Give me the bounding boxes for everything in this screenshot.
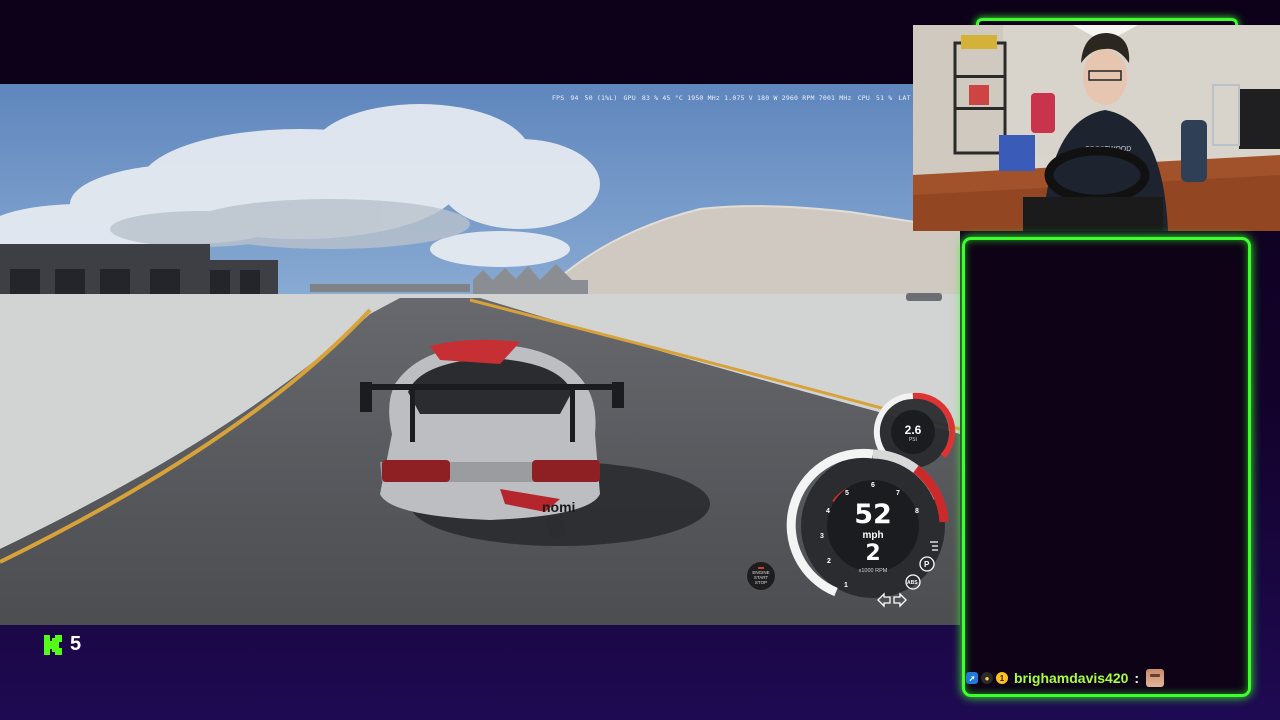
race-scene: nomi P ABS bbox=[0, 104, 960, 625]
lat-label: LAT bbox=[898, 94, 911, 102]
viewer-count: 5 bbox=[70, 633, 82, 655]
gpu-label: GPU bbox=[623, 94, 636, 102]
game-viewport: nomi P ABS FPS 94 50 (1%L) GPU 83 % 45 °… bbox=[0, 84, 960, 625]
parking-icon: P bbox=[924, 560, 930, 569]
car-livery-text: nomi bbox=[542, 499, 575, 515]
boost-unit: PSI bbox=[908, 437, 918, 443]
chat-separator: : bbox=[1134, 670, 1140, 686]
chat-panel bbox=[962, 237, 1251, 697]
rpm-tick-4: 4 bbox=[826, 508, 830, 515]
fps-label: FPS bbox=[552, 94, 565, 102]
speed-unit: mph bbox=[862, 530, 884, 541]
kick-logo-icon bbox=[44, 634, 62, 655]
boost-value: 2.6 bbox=[904, 423, 922, 437]
cpu-label: CPU bbox=[857, 94, 870, 102]
face-emote-icon bbox=[1146, 669, 1165, 687]
grandstand bbox=[0, 244, 278, 296]
chat-message: ➚ ● 1 brighamdavis420 : bbox=[966, 668, 1165, 688]
fps-low: 50 (1%L) bbox=[584, 94, 618, 102]
webcam-feed: CRESTWOOD bbox=[913, 25, 1280, 231]
stop-label: STOP bbox=[754, 580, 768, 585]
rpm-tick-7: 7 bbox=[896, 490, 900, 497]
gpu-stats: 83 % 45 °C 1950 MHz 1.075 V 180 W 2960 R… bbox=[641, 94, 852, 102]
gear-indicator: 2 bbox=[865, 541, 881, 566]
performance-overlay: FPS 94 50 (1%L) GPU 83 % 45 °C 1950 MHz 1.07… bbox=[552, 94, 917, 106]
engine-start-stop-button[interactable]: ENGINE START STOP bbox=[746, 561, 776, 591]
speed-value: 52 bbox=[854, 499, 892, 530]
rpm-tick-8: 8 bbox=[915, 508, 919, 515]
moderator-badge-icon: ➚ bbox=[966, 672, 978, 684]
fps-value: 94 bbox=[570, 94, 579, 102]
rpm-tick-5: 5 bbox=[845, 490, 849, 497]
founder-badge-icon: ● bbox=[981, 672, 993, 684]
chat-username[interactable]: brighamdavis420 bbox=[1014, 670, 1128, 686]
rpm-label: x1000 RPM bbox=[858, 568, 888, 574]
gift-badge-icon: 1 bbox=[996, 672, 1008, 684]
rpm-tick-6: 6 bbox=[871, 482, 875, 489]
rpm-tick-1: 1 bbox=[844, 582, 848, 589]
rpm-tick-3: 3 bbox=[820, 533, 824, 540]
kick-viewer-count: 5 bbox=[44, 633, 81, 656]
abs-icon: ABS bbox=[907, 580, 918, 586]
cpu-stats: 51 % bbox=[875, 94, 893, 102]
streamer-webcam-image: CRESTWOOD bbox=[913, 25, 1280, 231]
rpm-tick-2: 2 bbox=[827, 558, 831, 565]
